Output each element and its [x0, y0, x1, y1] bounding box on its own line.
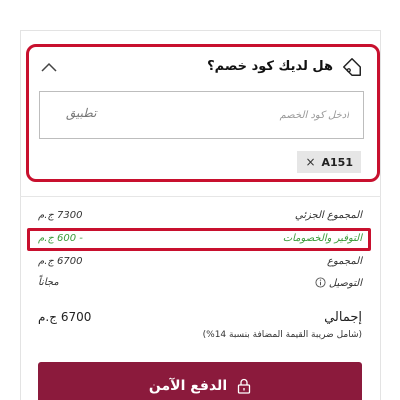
promo-code-input[interactable] [123, 92, 363, 138]
promo-code-section: هل لديك كود خصم؟ تطبيق × A151 [26, 44, 380, 182]
total-value: 6700 ج.م [38, 256, 83, 267]
tag-icon [343, 58, 361, 76]
checkout-label: الدفع الآمن [148, 378, 228, 394]
delivery-label-group: التوصيل [311, 277, 362, 289]
subtotal-value: 7300 ج.م [38, 210, 83, 221]
discount-row: التوفير والخصومات - 600 ج.م [38, 233, 362, 249]
secure-checkout-button[interactable]: الدفع الآمن [38, 362, 362, 400]
applied-code-label: A151 [321, 155, 353, 169]
discount-value: - 600 ج.م [38, 233, 83, 244]
grand-total-value: 6700 ج.م [38, 310, 92, 324]
delivery-row: التوصيل مجاناً [38, 277, 362, 293]
promo-header[interactable]: هل لديك كود خصم؟ [29, 47, 377, 87]
promo-input-group: تطبيق [39, 91, 364, 139]
promo-title: هل لديك كود خصم؟ [207, 59, 333, 74]
grand-total-label: إجمالي [324, 310, 362, 325]
chevron-up-icon[interactable] [41, 61, 57, 73]
subtotal-row: المجموع الجزئي 7300 ج.م [38, 210, 362, 226]
divider [20, 196, 381, 197]
total-row: المجموع 6700 ج.م [38, 256, 362, 272]
vat-note: (شامل ضريبة القيمة المضافة بنسبة 14%) [202, 330, 362, 340]
discount-label: التوفير والخصومات [282, 233, 362, 244]
delivery-label: التوصيل [328, 278, 362, 289]
total-label: المجموع [327, 256, 362, 267]
subtotal-label: المجموع الجزئي [294, 210, 362, 221]
remove-code-button[interactable]: × [305, 155, 315, 169]
delivery-value: مجاناً [38, 277, 59, 288]
info-icon[interactable] [315, 277, 326, 288]
lock-icon [237, 378, 251, 394]
apply-button[interactable]: تطبيق [66, 106, 96, 120]
applied-code-chip: × A151 [297, 151, 361, 173]
